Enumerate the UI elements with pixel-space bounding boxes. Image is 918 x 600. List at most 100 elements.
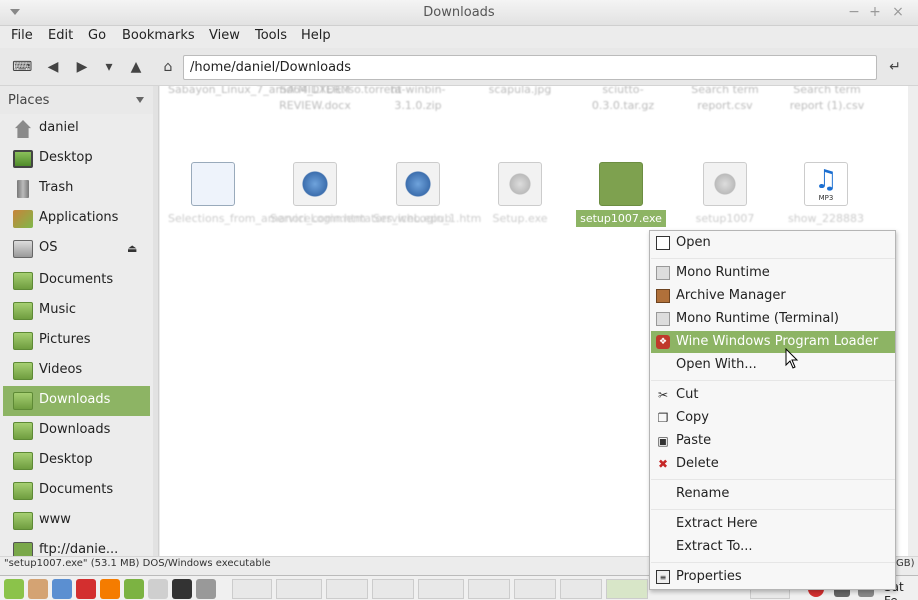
menu-view[interactable]: View xyxy=(209,28,240,43)
sidebar-item-ftp[interactable]: ftp://danie... xyxy=(3,536,150,556)
sidebar-item-os[interactable]: OS ⏏ xyxy=(3,234,150,264)
menu-item-properties[interactable]: ≡ Properties xyxy=(651,566,895,588)
menu-bookmarks[interactable]: Bookmarks xyxy=(122,28,195,43)
calculator-icon[interactable] xyxy=(196,579,216,599)
go-icon[interactable]: ↵ xyxy=(886,58,904,76)
file-name: show_228883 xyxy=(788,212,864,225)
maximize-icon[interactable]: + xyxy=(866,4,884,20)
task-button[interactable] xyxy=(468,579,510,599)
file-item[interactable]: SA MIDTERM REVIEW.docx xyxy=(270,86,360,114)
menu-item-extract-here[interactable]: Extract Here xyxy=(651,513,895,535)
opera-icon[interactable] xyxy=(76,579,96,599)
file-item[interactable]: ServiceLogin.htm xyxy=(270,162,366,227)
sidebar-item-downloads-bookmark[interactable]: Downloads xyxy=(3,416,150,446)
sidebar-item-desktop-bookmark[interactable]: Desktop xyxy=(3,446,150,476)
menu-help[interactable]: Help xyxy=(301,28,331,43)
app-launcher-icon[interactable] xyxy=(124,579,144,599)
menu-item-label: Mono Runtime (Terminal) xyxy=(676,311,840,326)
file-item[interactable]: ♫ MP3 show_228883 xyxy=(781,162,871,227)
menu-go[interactable]: Go xyxy=(88,28,106,43)
sidebar-item-home[interactable]: daniel xyxy=(3,114,150,144)
file-item[interactable]: Search term report (1).csv xyxy=(782,86,872,114)
task-button[interactable] xyxy=(418,579,464,599)
sidebar-item-applications[interactable]: Applications xyxy=(3,204,150,234)
minimize-icon[interactable]: − xyxy=(845,4,863,20)
menu-item-mono-runtime-terminal[interactable]: Mono Runtime (Terminal) xyxy=(651,308,895,330)
status-text: "setup1007.exe" (53.1 MB) DOS/Windows ex… xyxy=(4,558,271,569)
web-page-icon xyxy=(293,162,337,206)
sidebar-item-desktop[interactable]: Desktop xyxy=(3,144,150,174)
up-icon[interactable]: ▲ xyxy=(127,58,145,76)
toggle-location-icon[interactable]: ⌨ xyxy=(12,58,32,76)
file-item[interactable]: Search term report.csv xyxy=(680,86,770,114)
task-button[interactable] xyxy=(232,579,272,599)
text-editor-icon[interactable] xyxy=(148,579,168,599)
file-item[interactable]: scapula.jpg xyxy=(475,86,565,98)
home-icon[interactable]: ⌂ xyxy=(159,58,177,76)
copy-icon: ❐ xyxy=(657,411,669,425)
sidebar-item-music[interactable]: Music xyxy=(3,296,150,326)
places-label: Places xyxy=(8,93,50,108)
task-button[interactable] xyxy=(276,579,322,599)
mint-menu-icon[interactable] xyxy=(4,579,24,599)
title-bar: Downloads − + × xyxy=(0,0,918,26)
file-item[interactable]: sciutto-0.3.0.tar.gz xyxy=(578,86,668,114)
chevron-down-icon[interactable] xyxy=(136,97,144,103)
sidebar-item-pictures[interactable]: Pictures xyxy=(3,326,150,356)
context-menu: Open Mono Runtime Archive Manager Mono R… xyxy=(649,230,896,590)
mono-terminal-icon xyxy=(656,312,670,326)
desktop-icon xyxy=(13,150,33,168)
pane-splitter[interactable] xyxy=(153,86,159,556)
menu-item-extract-to[interactable]: Extract To... xyxy=(651,536,895,558)
menu-item-rename[interactable]: Rename xyxy=(651,483,895,505)
file-item[interactable]: Sabayon_Linux_7_amd64_LXDE.iso.torrent xyxy=(168,86,402,98)
open-icon xyxy=(656,236,670,250)
menu-item-wine-loader[interactable]: ❖ Wine Windows Program Loader xyxy=(651,331,895,353)
sidebar-item-label: daniel xyxy=(39,120,79,135)
eject-icon[interactable]: ⏏ xyxy=(127,242,139,255)
file-item[interactable]: Selections_from_amanori_commentators_who… xyxy=(168,162,452,227)
executable-icon xyxy=(498,162,542,206)
menu-item-archive-manager[interactable]: Archive Manager xyxy=(651,285,895,307)
forward-icon[interactable]: ▶ xyxy=(73,58,91,76)
menu-item-copy[interactable]: ❐ Copy xyxy=(651,407,895,429)
file-item-selected[interactable]: setup1007.exe xyxy=(576,162,666,227)
file-item[interactable]: ta-winbin-3.1.0.zip xyxy=(373,86,463,114)
file-item[interactable]: ServiceLogin_1.htm xyxy=(373,162,481,227)
sidebar-item-downloads[interactable]: Downloads xyxy=(3,386,150,416)
task-button[interactable] xyxy=(326,579,368,599)
task-button[interactable] xyxy=(372,579,414,599)
menu-item-open[interactable]: Open xyxy=(651,232,895,254)
sidebar-item-label: Desktop xyxy=(39,150,93,165)
sidebar-item-trash[interactable]: Trash xyxy=(3,174,150,204)
app-launcher-icon[interactable] xyxy=(52,579,72,599)
file-item[interactable]: Setup.exe xyxy=(475,162,565,227)
sidebar-item-www[interactable]: www xyxy=(3,506,150,536)
sidebar-item-documents-bookmark[interactable]: Documents xyxy=(3,476,150,506)
menu-item-open-with[interactable]: Open With... xyxy=(651,354,895,376)
menu-item-cut[interactable]: ✂ Cut xyxy=(651,384,895,406)
menu-file[interactable]: File xyxy=(11,28,33,43)
menu-item-mono-runtime[interactable]: Mono Runtime xyxy=(651,262,895,284)
sidebar-item-documents[interactable]: Documents xyxy=(3,266,150,296)
firefox-icon[interactable] xyxy=(100,579,120,599)
sidebar-item-videos[interactable]: Videos xyxy=(3,356,150,386)
menu-tools[interactable]: Tools xyxy=(255,28,287,43)
audio-icon: ♫ MP3 xyxy=(804,162,848,206)
menu-separator xyxy=(651,509,895,510)
file-item[interactable]: setup1007 xyxy=(680,162,770,227)
terminal-icon[interactable] xyxy=(172,579,192,599)
menu-item-paste[interactable]: ▣ Paste xyxy=(651,430,895,452)
task-button[interactable] xyxy=(514,579,556,599)
menu-item-delete[interactable]: ✖ Delete xyxy=(651,453,895,475)
close-icon[interactable]: × xyxy=(889,4,907,20)
back-icon[interactable]: ◀ xyxy=(44,58,62,76)
location-input[interactable]: /home/daniel/Downloads xyxy=(183,55,877,80)
menu-edit[interactable]: Edit xyxy=(48,28,73,43)
task-button[interactable] xyxy=(560,579,602,599)
app-launcher-icon[interactable] xyxy=(28,579,48,599)
task-button-active[interactable] xyxy=(606,579,648,599)
history-icon[interactable]: ▾ xyxy=(100,58,118,76)
file-view-scrollbar[interactable] xyxy=(908,86,918,556)
places-header[interactable]: Places xyxy=(0,86,153,114)
